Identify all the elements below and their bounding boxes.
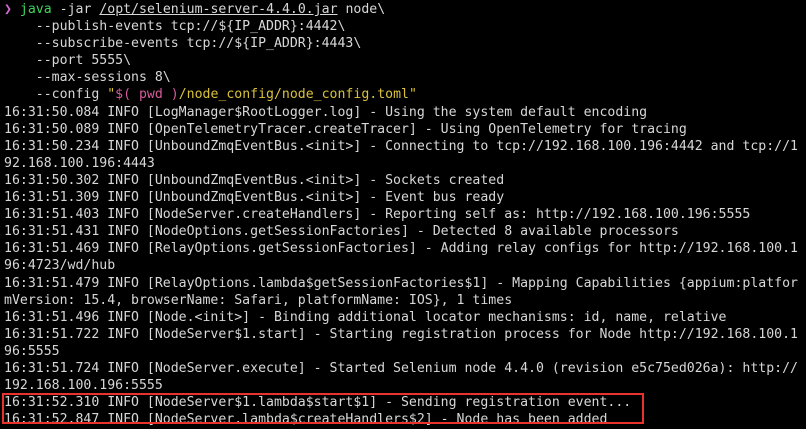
log-line: 16:31:50.234 INFO [UnboundZmqEventBus.<i… [4, 138, 798, 154]
log-line: 16:31:51.496 INFO [Node.<init>] - Bindin… [4, 309, 727, 325]
log-line: 16:31:51.724 INFO [NodeServer.execute] -… [4, 360, 798, 376]
command-subcommand: node\ [345, 2, 386, 17]
log-line: 96:5555 [4, 343, 60, 359]
config-path: /node_config/node_config.toml [178, 87, 409, 103]
command-config-line: --config "$( pwd )/node_config/node_conf… [0, 86, 806, 103]
log-line: 96:4723/wd/hub [4, 258, 116, 274]
log-line: 16:31:51.479 INFO [RelayOptions.lambda$g… [4, 275, 798, 291]
command-arg-line: --port 5555\ [4, 53, 132, 69]
log-line: 16:31:51.722 INFO [NodeServer$1.start] -… [4, 326, 798, 342]
command-flag-jar: -jar [59, 2, 92, 17]
config-subshell: $( pwd ) [115, 87, 179, 103]
log-line: 16:31:51.431 INFO [NodeOptions.getSessio… [4, 224, 679, 240]
command-line: ❯ java -jar /opt/selenium-server-4.4.0.j… [0, 1, 806, 18]
log-line: 16:31:50.084 INFO [LogManager$RootLogger… [4, 104, 648, 120]
terminal-window[interactable]: ❯ java -jar /opt/selenium-server-4.4.0.j… [0, 0, 806, 429]
command-arg-line: --max-sessions 8\ [4, 70, 171, 86]
log-line: 16:31:51.309 INFO [UnboundZmqEventBus.<i… [4, 190, 505, 206]
command-arg-line: --publish-events tcp://${IP_ADDR}:4442\ [4, 19, 346, 35]
config-quote-open: " [107, 87, 116, 103]
command-program: java [19, 2, 52, 17]
log-line: 16:31:51.469 INFO [RelayOptions.getSessi… [4, 241, 798, 257]
log-line: 192.168.100.196:5555 [4, 378, 163, 394]
log-line: 92.168.100.196:4443 [4, 155, 155, 171]
log-line-highlighted: 16:31:52.847 INFO [NodeServer.lambda$cre… [4, 412, 608, 428]
command-jar-path: /opt/selenium-server-4.4.0.jar [99, 2, 338, 17]
log-line: 16:31:50.302 INFO [UnboundZmqEventBus.<i… [4, 172, 505, 188]
log-line-highlighted: 16:31:52.310 INFO [NodeServer$1.lambda$s… [4, 395, 632, 411]
command-arg-line: --subscribe-events tcp://${IP_ADDR}:4443… [4, 36, 362, 52]
config-flag: --config [4, 87, 108, 103]
log-line: mVersion: 15.4, browserName: Safari, pla… [4, 292, 513, 308]
config-quote-close: " [408, 87, 417, 103]
log-line: 16:31:51.403 INFO [NodeServer.createHand… [4, 207, 751, 223]
prompt-symbol: ❯ [4, 2, 12, 17]
log-line: 16:31:50.089 INFO [OpenTelemetryTracer.c… [4, 121, 687, 137]
